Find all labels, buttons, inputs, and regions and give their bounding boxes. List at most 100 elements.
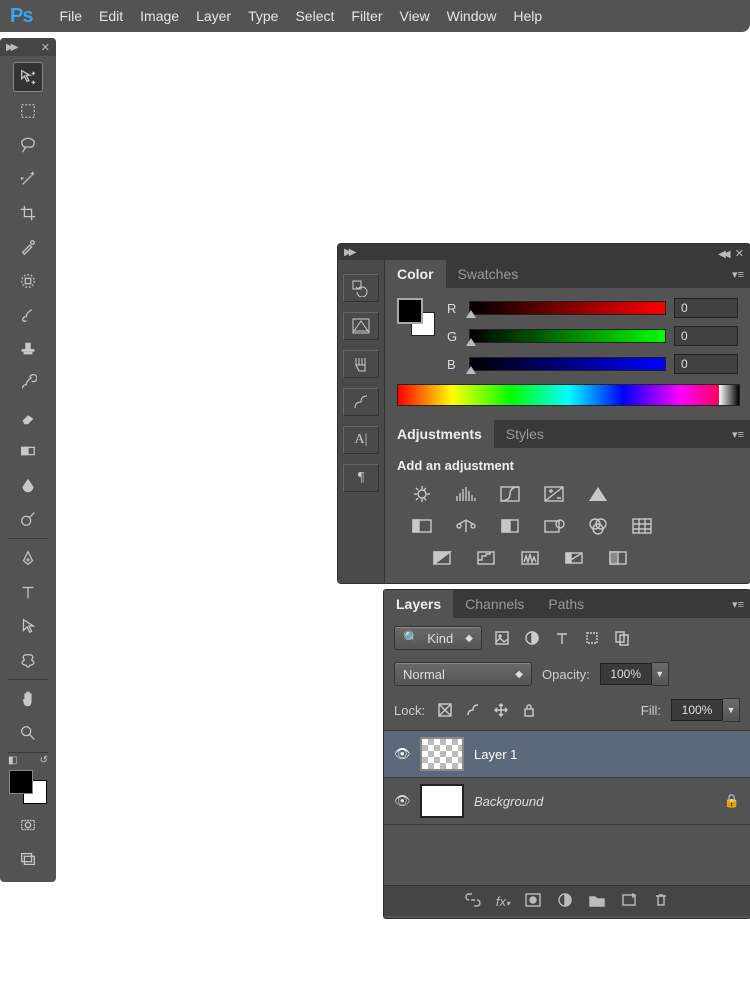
- history-brush-tool[interactable]: [13, 368, 43, 398]
- menu-view[interactable]: View: [400, 8, 430, 24]
- swap-colors-icon[interactable]: ↺: [40, 755, 48, 766]
- layer-thumbnail[interactable]: [420, 784, 464, 818]
- move-tool[interactable]: [13, 62, 43, 92]
- menu-file[interactable]: File: [59, 8, 82, 24]
- history-panel-icon[interactable]: [343, 274, 379, 302]
- magic-wand-tool[interactable]: [13, 164, 43, 194]
- tab-color[interactable]: Color: [385, 260, 446, 288]
- panel-expand-icon[interactable]: ▶▶: [344, 247, 353, 258]
- screen-mode-tool[interactable]: [13, 844, 43, 874]
- spot-healing-tool[interactable]: [13, 266, 43, 296]
- blur-tool[interactable]: [13, 470, 43, 500]
- panel-collapse-icon[interactable]: ◀◀: [718, 249, 727, 260]
- pen-tool[interactable]: [13, 543, 43, 573]
- brightness-contrast-icon[interactable]: [409, 483, 435, 505]
- hand-tool[interactable]: [13, 684, 43, 714]
- lock-all-icon[interactable]: [519, 701, 539, 719]
- layer-filter-dropdown[interactable]: 🔍Kind◆: [394, 626, 482, 650]
- menu-layer[interactable]: Layer: [196, 8, 231, 24]
- r-slider[interactable]: [469, 301, 666, 315]
- layer-item-background[interactable]: 👁 Background 🔒: [384, 777, 750, 824]
- vibrance-icon[interactable]: [585, 483, 611, 505]
- character-panel-icon[interactable]: A|: [343, 426, 379, 454]
- tab-adjustments[interactable]: Adjustments: [385, 420, 494, 448]
- menu-type[interactable]: Type: [248, 8, 278, 24]
- layers-flyout-icon[interactable]: ▾≡: [732, 598, 750, 611]
- brushes-panel-icon[interactable]: [343, 350, 379, 378]
- default-colors-icon[interactable]: ◧: [8, 755, 17, 766]
- link-layers-icon[interactable]: [464, 892, 482, 911]
- curves-icon[interactable]: [497, 483, 523, 505]
- eyedropper-tool[interactable]: [13, 232, 43, 262]
- marquee-tool[interactable]: [13, 96, 43, 126]
- tab-channels[interactable]: Channels: [453, 590, 536, 618]
- new-group-icon[interactable]: [588, 892, 606, 911]
- toolbar-close-icon[interactable]: ✕: [41, 41, 50, 54]
- spectrum-ramp[interactable]: [397, 384, 740, 406]
- blend-mode-dropdown[interactable]: Normal◆: [394, 662, 532, 686]
- delete-layer-icon[interactable]: [652, 892, 670, 911]
- new-layer-icon[interactable]: [620, 892, 638, 911]
- properties-panel-icon[interactable]: [343, 312, 379, 340]
- paragraph-panel-icon[interactable]: ¶: [343, 464, 379, 492]
- new-adjustment-layer-icon[interactable]: [556, 892, 574, 911]
- tab-swatches[interactable]: Swatches: [446, 260, 531, 288]
- layer-effects-icon[interactable]: fx▾: [496, 894, 510, 909]
- b-slider[interactable]: [469, 357, 666, 371]
- layer-name[interactable]: Background: [474, 794, 543, 809]
- foreground-background-colors[interactable]: [9, 770, 47, 804]
- fill-field[interactable]: 100%▼: [671, 698, 740, 722]
- tab-layers[interactable]: Layers: [384, 590, 453, 618]
- toolbar-expand-icon[interactable]: ▶▶: [6, 42, 15, 53]
- filter-smart-icon[interactable]: [612, 629, 632, 647]
- lasso-tool[interactable]: [13, 130, 43, 160]
- visibility-icon[interactable]: 👁: [394, 746, 410, 762]
- eraser-tool[interactable]: [13, 402, 43, 432]
- exposure-icon[interactable]: [541, 483, 567, 505]
- tab-styles[interactable]: Styles: [494, 420, 556, 448]
- hue-saturation-icon[interactable]: [409, 515, 435, 537]
- opacity-field[interactable]: 100%▼: [600, 662, 669, 686]
- menu-window[interactable]: Window: [447, 8, 497, 24]
- filter-pixel-icon[interactable]: [492, 629, 512, 647]
- threshold-icon[interactable]: [517, 547, 543, 569]
- g-value[interactable]: 0: [674, 326, 738, 346]
- zoom-tool[interactable]: [13, 718, 43, 748]
- layer-thumbnail[interactable]: [420, 737, 464, 771]
- color-fg-bg-swatch[interactable]: [397, 298, 435, 336]
- lock-pixels-icon[interactable]: [463, 701, 483, 719]
- layer-item-layer1[interactable]: 👁 Layer 1: [384, 730, 750, 777]
- posterize-icon[interactable]: [473, 547, 499, 569]
- panel-group-header[interactable]: ▶▶ ◀◀ ✕: [338, 244, 750, 260]
- layer-name[interactable]: Layer 1: [474, 747, 517, 762]
- type-tool[interactable]: [13, 577, 43, 607]
- menu-image[interactable]: Image: [140, 8, 179, 24]
- brush-presets-panel-icon[interactable]: [343, 388, 379, 416]
- quick-mask-tool[interactable]: [13, 810, 43, 840]
- crop-tool[interactable]: [13, 198, 43, 228]
- selective-color-icon[interactable]: [605, 547, 631, 569]
- filter-adjustment-icon[interactable]: [522, 629, 542, 647]
- color-balance-icon[interactable]: [453, 515, 479, 537]
- menu-edit[interactable]: Edit: [99, 8, 123, 24]
- adjustments-flyout-icon[interactable]: ▾≡: [732, 428, 750, 441]
- gradient-map-icon[interactable]: [561, 547, 587, 569]
- color-lookup-icon[interactable]: [629, 515, 655, 537]
- brush-tool[interactable]: [13, 300, 43, 330]
- color-panel-flyout-icon[interactable]: ▾≡: [732, 268, 750, 281]
- clone-stamp-tool[interactable]: [13, 334, 43, 364]
- b-value[interactable]: 0: [674, 354, 738, 374]
- panel-close-icon[interactable]: ✕: [735, 248, 744, 260]
- path-selection-tool[interactable]: [13, 611, 43, 641]
- invert-icon[interactable]: [429, 547, 455, 569]
- filter-type-icon[interactable]: [552, 629, 572, 647]
- menu-help[interactable]: Help: [513, 8, 542, 24]
- visibility-icon[interactable]: 👁: [394, 793, 410, 809]
- gradient-tool[interactable]: [13, 436, 43, 466]
- black-white-icon[interactable]: [497, 515, 523, 537]
- tab-paths[interactable]: Paths: [536, 590, 596, 618]
- lock-position-icon[interactable]: [491, 701, 511, 719]
- menu-select[interactable]: Select: [295, 8, 334, 24]
- dodge-tool[interactable]: [13, 504, 43, 534]
- g-slider[interactable]: [469, 329, 666, 343]
